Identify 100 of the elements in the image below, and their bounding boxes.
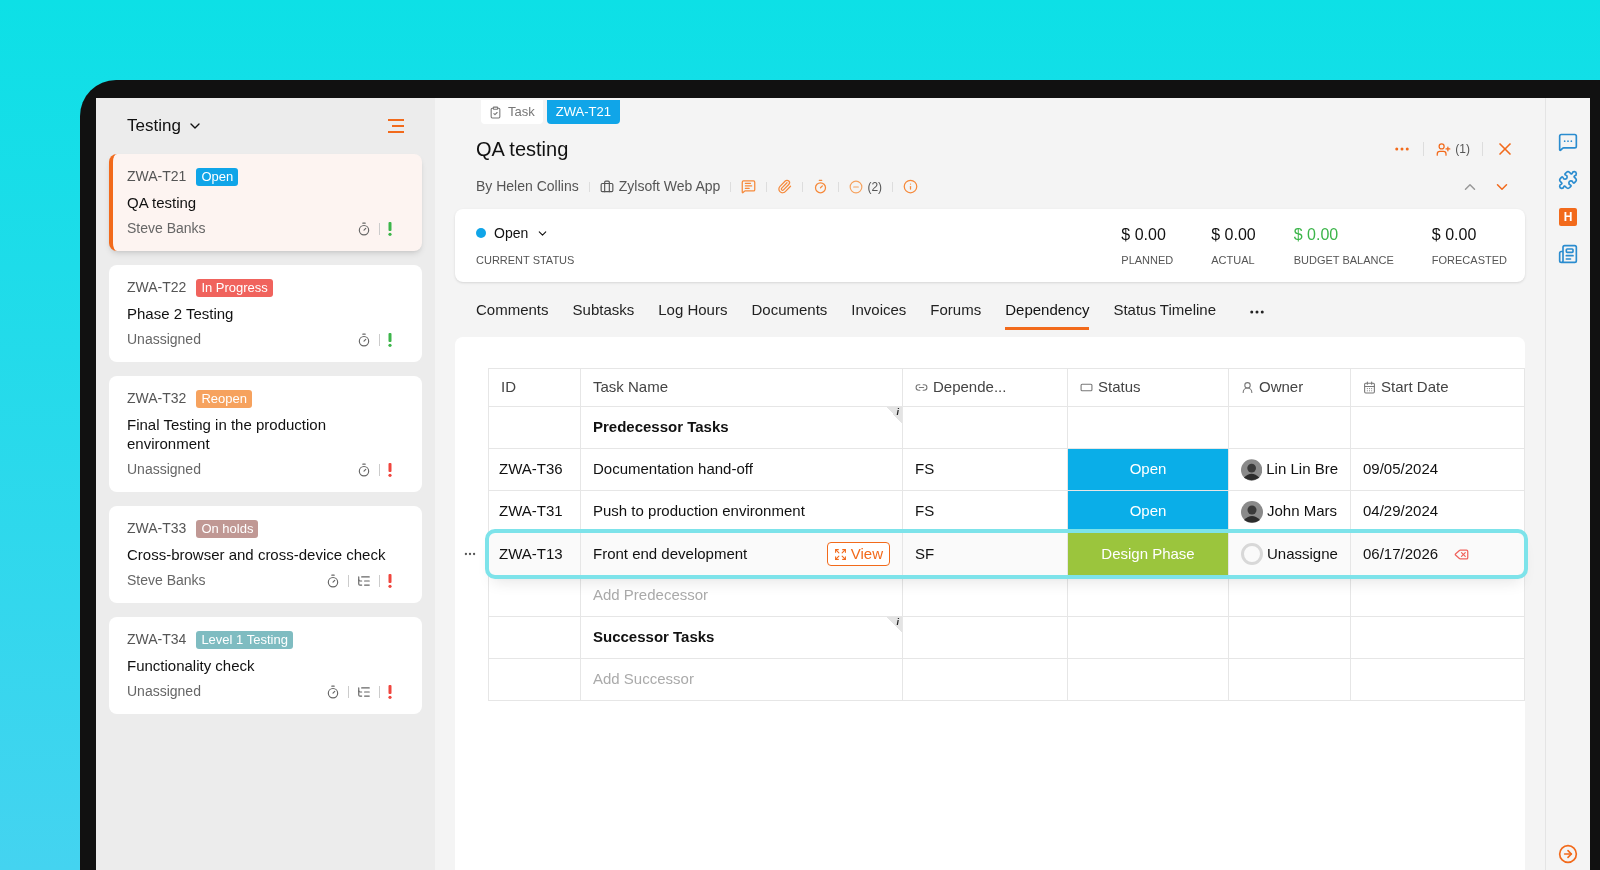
status-icon [1080,381,1093,394]
amount-label: BUDGET BALANCE [1293,252,1394,268]
clear-icon[interactable] [1454,546,1470,562]
link-icon [915,381,928,394]
timer-icon[interactable] [357,221,371,236]
timer-icon[interactable] [813,179,829,194]
task-card[interactable]: ZWA-T33 On holds Cross-browser and cross-device check Steve Banks [109,506,422,603]
task-title: Cross-browser and cross-device check [127,545,387,564]
task-card[interactable]: ZWA-T21 Open QA testing Steve Banks [109,154,422,251]
start-date: 09/05/2024 [1363,459,1439,480]
task-title: Final Testing in the production environment [127,415,327,453]
task-id: ZWA-T33 [127,519,187,538]
view-selector[interactable]: Testing [127,113,203,139]
task-id: ZWA-T36 [499,459,563,480]
clipboard-icon [489,105,502,119]
task-id: ZWA-T34 [127,630,187,649]
section-title: Predecessor Tasks [593,417,729,438]
briefcase-icon [599,179,614,194]
info-mark: i [886,407,902,423]
project-link[interactable]: Zylsoft Web App [599,176,721,197]
amount-value: $ 0.00 [1121,224,1167,245]
comment-icon[interactable] [741,179,757,194]
notes-icon[interactable] [1558,244,1578,264]
status-caption: CURRENT STATUS [476,252,575,268]
tab[interactable]: Log Hours [658,294,728,330]
task-card[interactable]: ZWA-T22 In Progress Phase 2 Testing Unassigned [109,265,422,362]
info-mark: i [886,617,902,633]
subtasks-icon[interactable] [357,684,371,699]
task-assignee: Steve Banks [127,219,206,238]
task-assignee: Unassigned [127,682,201,701]
info-icon[interactable] [903,179,919,194]
status-badge: On holds [196,519,259,538]
task-id: ZWA-T22 [127,278,187,297]
task-id-tag: ZWA-T21 [546,100,620,124]
task-card[interactable]: ZWA-T32 Reopen Final Testing in the production environment Unassigned [109,376,422,492]
tab[interactable]: Subtasks [572,294,635,330]
tab[interactable]: Status Timeline [1113,294,1216,330]
record-type-tag: Task [481,100,543,124]
calendar-icon [1363,381,1376,394]
status-badge: In Progress [196,278,273,297]
minus-circle-icon [849,179,864,194]
collapse-icon[interactable] [1558,844,1578,864]
tab[interactable]: Comments [476,294,549,330]
task-name: Documentation hand-off [593,459,753,480]
status-dropdown[interactable]: Open [476,222,575,244]
author-text: By Helen Collins [476,177,579,196]
subtasks-icon[interactable] [357,573,371,588]
start-date: 06/17/2026 [1363,543,1439,564]
timer-icon[interactable] [326,684,340,699]
task-id: ZWA-T13 [499,543,563,564]
owner-name: Lin Lin Bre [1266,459,1338,480]
timer-icon[interactable] [357,462,371,477]
amount-label: ACTUAL [1211,252,1256,268]
expand-icon [833,547,847,561]
status-badge: Reopen [196,389,252,408]
task-assignee: Steve Banks [127,571,206,590]
column-label: Task Name [593,377,669,398]
timer-icon[interactable] [357,332,371,347]
attachment-icon[interactable] [777,179,793,194]
tab[interactable]: Documents [751,294,828,330]
task-id: ZWA-T32 [127,389,187,408]
task-name: Push to production environment [593,501,805,522]
column-label: Owner [1259,377,1304,398]
section-title: Successor Tasks [593,627,715,648]
followers-button[interactable]: (1) [1436,140,1470,158]
task-id: ZWA-T21 [127,167,187,186]
puzzle-icon[interactable] [1558,170,1578,190]
amount-label: FORECASTED [1431,252,1507,268]
column-label: Depende... [933,377,1007,398]
task-title: QA testing [127,193,198,212]
task-title: QA testing [476,137,569,162]
task-assignee: Unassigned [127,460,201,479]
amount-value: $ 0.00 [1431,224,1478,245]
chat-icon[interactable] [1558,132,1578,152]
add-user-icon [1436,141,1452,157]
amount-value: $ 0.00 [1211,224,1256,245]
dependency-type: FS [915,501,935,522]
menu-icon[interactable] [388,119,404,133]
task-assignee: Unassigned [127,330,201,349]
task-name: Front end development [593,543,748,564]
task-card[interactable]: ZWA-T34 Level 1 Testing Functionality check Unassigned [109,617,422,714]
user-icon [1241,381,1254,394]
status-badge: Open [196,167,239,186]
amount-label: PLANNED [1121,252,1174,268]
dependency-type: FS [915,459,935,480]
column-label: ID [501,377,516,398]
owner-name: Unassigne [1267,543,1338,564]
column-label: Status [1098,377,1141,398]
task-title: Functionality check [127,656,256,675]
dependency-type: SF [915,543,935,564]
tab[interactable]: Forums [930,294,982,330]
owner-name: John Mars [1267,501,1338,522]
start-date: 04/29/2024 [1363,501,1439,522]
task-row[interactable]: ZWA-T36 Documentation hand-off FS Open Lin Lin Bre 09/05/2024 [489,449,1524,491]
blockers-button[interactable]: (2) [849,177,883,196]
timer-icon[interactable] [326,573,340,588]
tab[interactable]: Invoices [851,294,907,330]
task-title: Phase 2 Testing [127,304,235,323]
amount-value: $ 0.00 [1293,224,1340,245]
tab[interactable]: Dependency [1005,294,1090,330]
